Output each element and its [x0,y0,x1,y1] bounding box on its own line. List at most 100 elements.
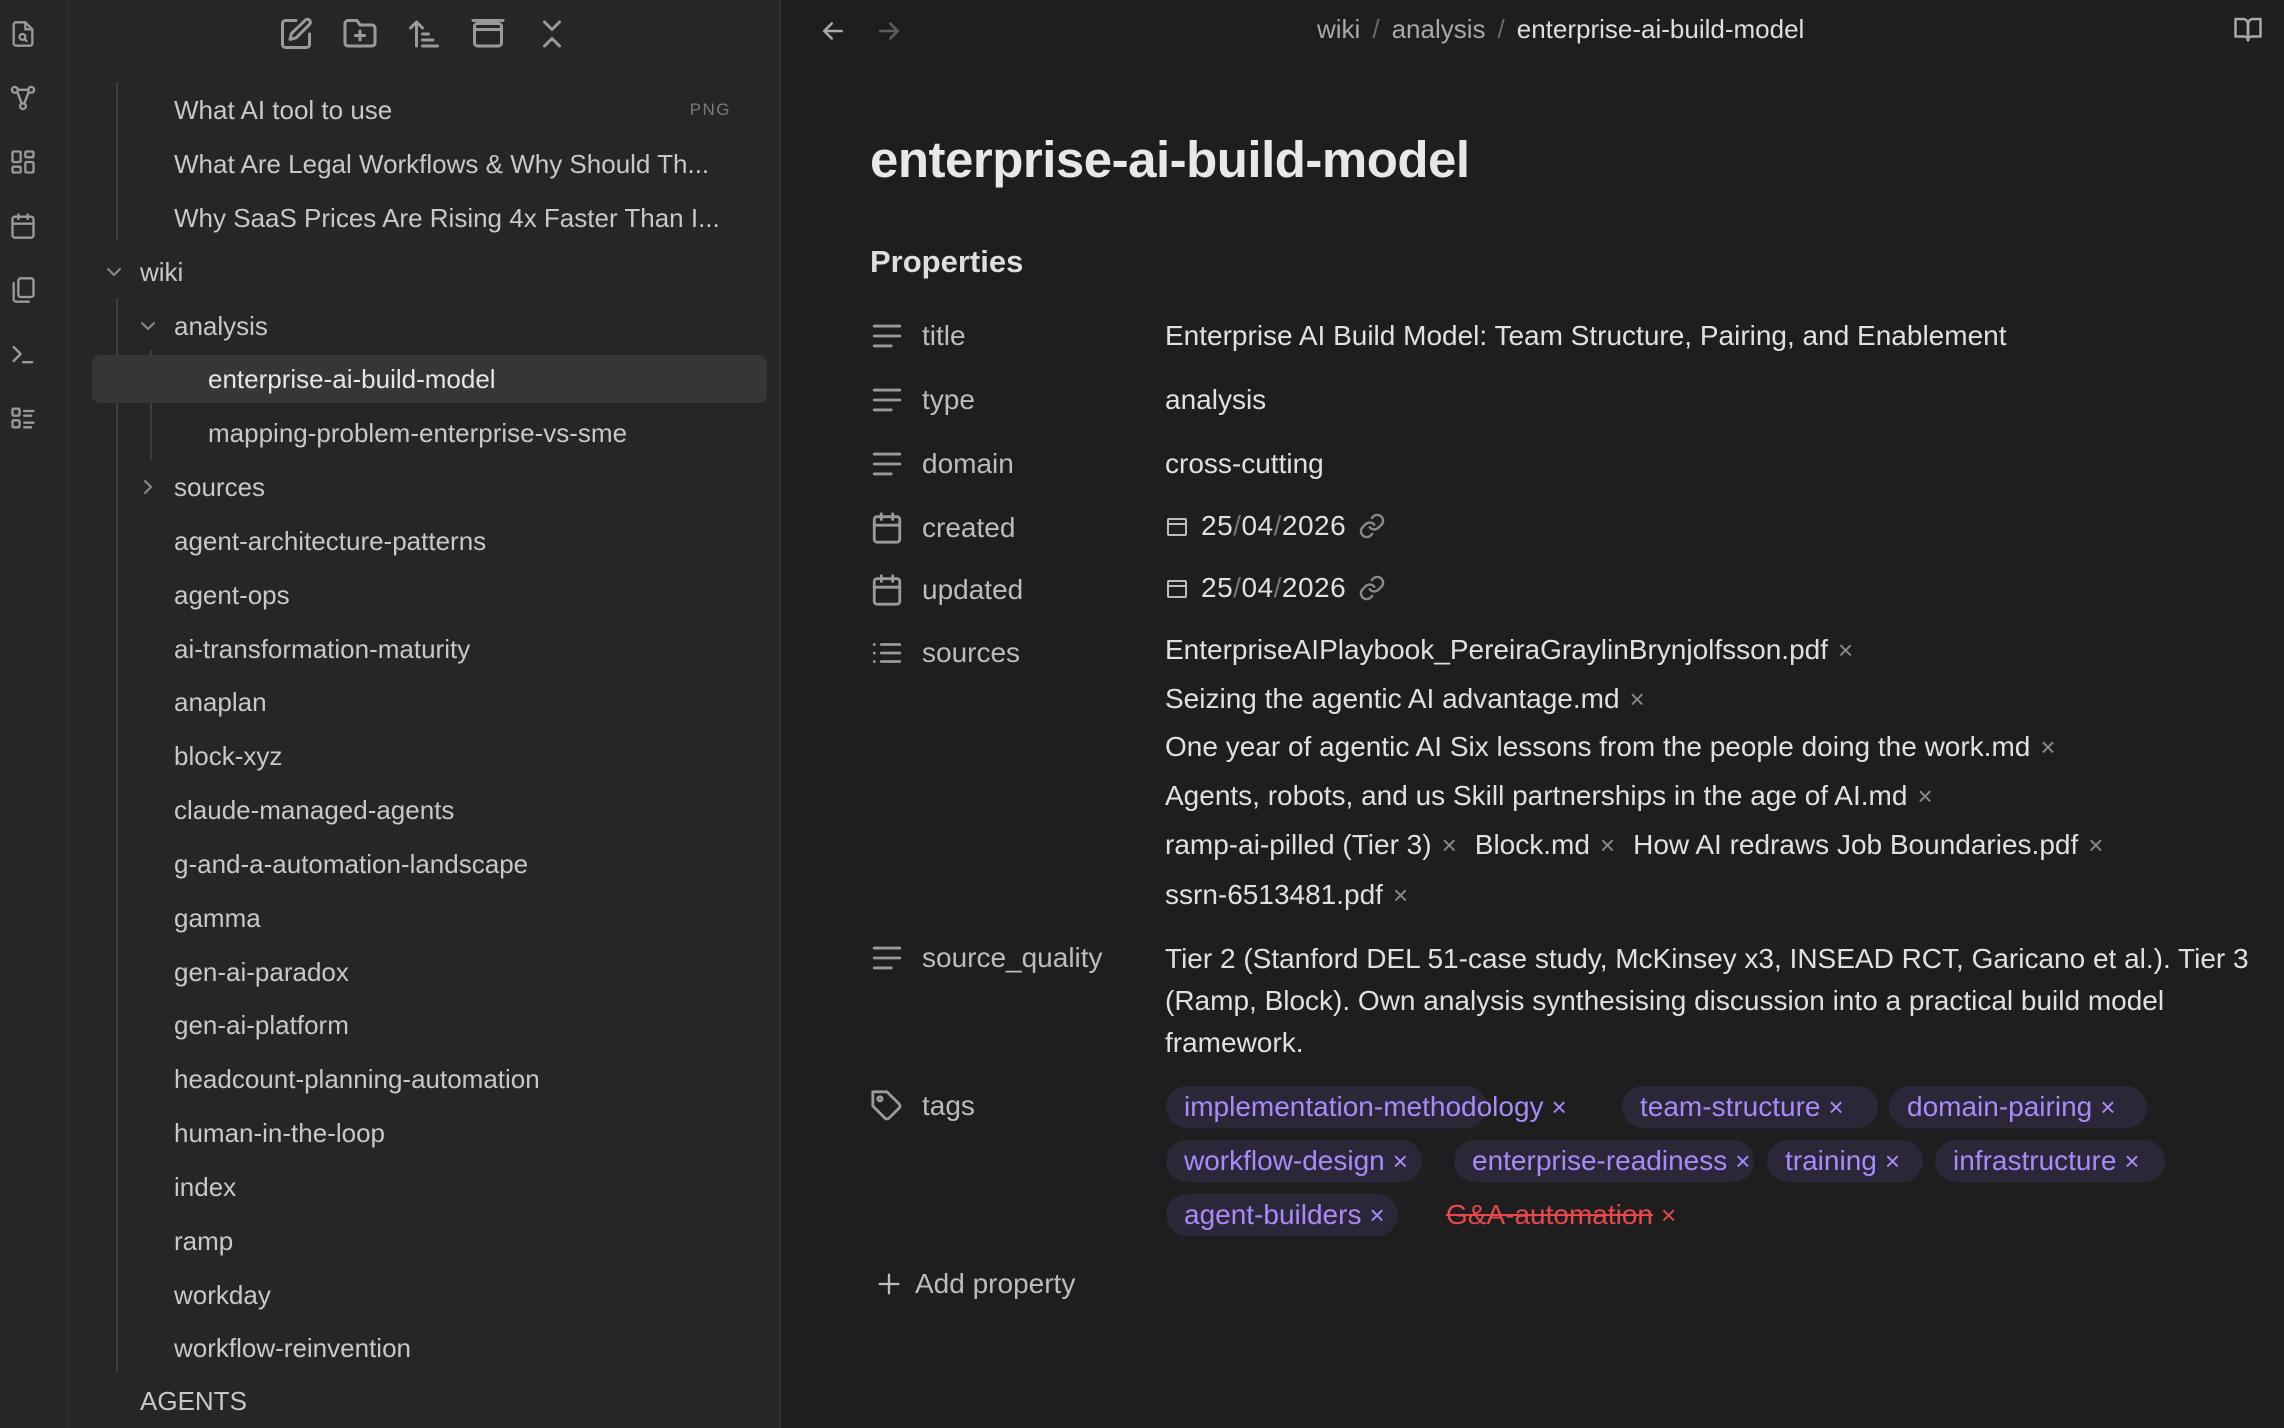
templates-icon[interactable] [9,276,37,304]
property-key-sources[interactable]: sources [922,637,1020,669]
property-key-domain[interactable]: domain [922,448,1014,480]
tree-folder-wiki[interactable]: wiki [92,248,755,296]
collapse-all-icon[interactable] [534,16,570,52]
reading-view-icon[interactable] [2233,14,2263,44]
property-value-title[interactable]: Enterprise AI Build Model: Team Structur… [1165,320,2007,352]
tag-pill[interactable]: training × [1767,1140,1923,1182]
source-item[interactable]: Seizing the agentic AI advantage.md × [1165,683,1645,715]
tag-pill[interactable]: domain-pairing × [1889,1086,2147,1128]
text-property-icon[interactable] [870,941,904,975]
bases-icon[interactable] [9,404,37,432]
source-item[interactable]: EnterpriseAIPlaybook_PereiraGraylinBrynj… [1165,634,1853,666]
breadcrumb-analysis[interactable]: analysis [1392,14,1486,44]
remove-icon[interactable]: × [1442,830,1457,861]
remove-icon[interactable]: × [1838,635,1853,666]
add-property-button[interactable]: Add property [875,1268,1075,1300]
daily-note-icon[interactable] [9,212,37,240]
auto-reveal-icon[interactable] [470,16,506,52]
tree-file[interactable]: anaplan [92,678,755,726]
property-value-created[interactable]: 25/04/2026 [1165,510,1386,542]
tag-pill-invalid[interactable]: G&A-automation × [1446,1194,1676,1236]
tag-pill[interactable]: enterprise-readiness × [1454,1140,1754,1182]
tree-file[interactable]: gen-ai-platform [92,1001,755,1049]
remove-icon[interactable]: × [1885,1146,1900,1177]
tag-pill[interactable]: workflow-design × [1166,1140,1422,1182]
tree-folder-analysis[interactable]: analysis [92,302,755,350]
tree-file-what-ai-tool[interactable]: What AI tool to use PNG [92,86,755,134]
remove-icon[interactable]: × [1917,781,1932,812]
tree-file[interactable]: workflow-reinvention [92,1324,755,1372]
quick-switcher-icon[interactable] [9,20,37,48]
tree-file[interactable]: gamma [92,894,755,942]
graph-view-icon[interactable] [9,84,37,112]
tag-pill[interactable]: implementation-methodology × [1166,1086,1567,1128]
remove-icon[interactable]: × [1735,1146,1750,1177]
source-item[interactable]: One year of agentic AI Six lessons from … [1165,731,2056,763]
tag-pill[interactable]: infrastructure × [1935,1140,2165,1182]
source-item[interactable]: Block.md × [1475,829,1615,861]
link-icon[interactable] [1358,512,1386,540]
remove-icon[interactable]: × [1369,1200,1384,1231]
back-arrow-icon[interactable] [818,16,848,46]
property-key-tags[interactable]: tags [922,1090,975,1122]
remove-icon[interactable]: × [1393,880,1408,911]
calendar-icon[interactable] [870,511,904,545]
property-key-title[interactable]: title [922,320,966,352]
remove-icon[interactable]: × [2088,830,2103,861]
property-value-updated[interactable]: 25/04/2026 [1165,572,1386,604]
remove-icon[interactable]: × [1393,1146,1408,1177]
tag-icon[interactable] [870,1089,904,1123]
terminal-icon[interactable] [9,340,37,368]
tree-file-saas-prices[interactable]: Why SaaS Prices Are Rising 4x Faster Tha… [92,194,755,242]
remove-icon[interactable]: × [1600,830,1615,861]
forward-arrow-icon[interactable] [874,16,904,46]
remove-icon[interactable]: × [2100,1092,2115,1123]
remove-icon[interactable]: × [1661,1200,1676,1231]
properties-heading[interactable]: Properties [870,244,1023,280]
link-icon[interactable] [1358,574,1386,602]
tree-file[interactable]: gen-ai-paradox [92,948,755,996]
remove-icon[interactable]: × [1829,1092,1844,1123]
source-item[interactable]: How AI redraws Job Boundaries.pdf × [1633,829,2103,861]
new-folder-icon[interactable] [342,16,378,52]
tree-file[interactable]: human-in-the-loop [92,1109,755,1157]
text-property-icon[interactable] [870,447,904,481]
source-item[interactable]: ramp-ai-pilled (Tier 3) × [1165,829,1457,861]
tree-file-mapping-problem[interactable]: mapping-problem-enterprise-vs-sme [92,409,755,457]
remove-icon[interactable]: × [1630,684,1645,715]
tree-file[interactable]: claude-managed-agents [92,786,755,834]
page-title[interactable]: enterprise-ai-build-model [870,130,1470,189]
remove-icon[interactable]: × [2124,1146,2139,1177]
tree-folder-sources[interactable]: sources [92,463,755,511]
tree-file[interactable]: block-xyz [92,732,755,780]
tree-file[interactable]: g-and-a-automation-landscape [92,840,755,888]
new-note-icon[interactable] [278,16,314,52]
tree-file[interactable]: workday [92,1271,755,1319]
tree-file[interactable]: agent-ops [92,571,755,619]
source-item[interactable]: Agents, robots, and us Skill partnership… [1165,780,1933,812]
tree-file-legal-workflows[interactable]: What Are Legal Workflows & Why Should Th… [92,140,755,188]
list-property-icon[interactable] [870,636,904,670]
remove-icon[interactable]: × [2040,732,2055,763]
property-value-source-quality[interactable]: Tier 2 (Stanford DEL 51-case study, McKi… [1165,938,2255,1064]
tree-file[interactable]: AGENTS [92,1377,755,1425]
tree-file[interactable]: agent-architecture-patterns [92,517,755,565]
tag-pill[interactable]: agent-builders × [1166,1194,1398,1236]
source-item[interactable]: ssrn-6513481.pdf × [1165,879,1408,911]
property-value-type[interactable]: analysis [1165,384,1266,416]
canvas-icon[interactable] [9,148,37,176]
property-key-updated[interactable]: updated [922,574,1023,606]
property-key-source-quality[interactable]: source_quality [922,942,1103,974]
calendar-icon[interactable] [870,573,904,607]
property-key-created[interactable]: created [922,512,1015,544]
breadcrumb-wiki[interactable]: wiki [1317,14,1360,44]
text-property-icon[interactable] [870,383,904,417]
tag-pill[interactable]: team-structure × [1622,1086,1878,1128]
property-key-type[interactable]: type [922,384,975,416]
tree-file[interactable]: headcount-planning-automation [92,1055,755,1103]
tree-file[interactable]: ramp [92,1217,755,1265]
tree-file[interactable]: ai-transformation-maturity [92,625,755,673]
remove-icon[interactable]: × [1552,1092,1567,1123]
sort-icon[interactable] [406,16,442,52]
tree-file-enterprise-ai-build-model[interactable]: enterprise-ai-build-model [92,355,767,403]
